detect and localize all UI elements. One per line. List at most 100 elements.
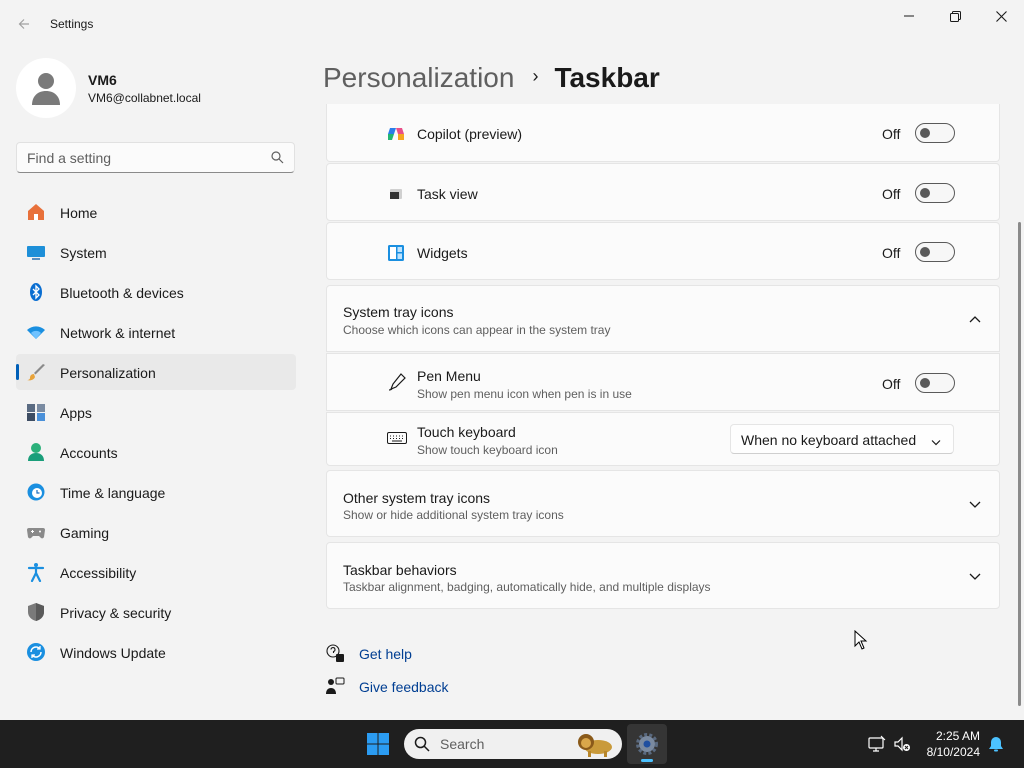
chevron-up-icon[interactable]	[967, 311, 983, 327]
search-icon	[414, 736, 430, 757]
close-icon	[995, 10, 1007, 22]
sidebar-item-accounts[interactable]: Accounts	[16, 434, 296, 470]
close-button[interactable]	[978, 0, 1024, 32]
back-arrow-icon	[18, 19, 29, 29]
other-tray-subtitle: Show or hide additional system tray icon…	[343, 508, 564, 522]
taskbar-settings-app[interactable]	[627, 724, 667, 764]
system-icon	[26, 242, 46, 262]
accessibility-icon	[26, 562, 46, 582]
sidebar-item-label: Network & internet	[60, 325, 176, 341]
clock-globe-icon	[26, 482, 46, 502]
task-view-toggle[interactable]	[915, 183, 955, 203]
sidebar-item-gaming[interactable]: Gaming	[16, 514, 296, 550]
sidebar-item-personalization[interactable]: Personalization	[16, 354, 296, 390]
volume-muted-icon[interactable]	[893, 735, 911, 753]
search-input[interactable]	[27, 150, 257, 166]
accounts-icon	[26, 442, 46, 462]
home-icon	[26, 202, 46, 222]
breadcrumb-parent[interactable]: Personalization	[323, 62, 514, 94]
update-icon	[26, 642, 46, 662]
sidebar-item-label: Privacy & security	[60, 605, 172, 621]
taskbar-search[interactable]: Search	[404, 729, 622, 759]
taskbar-behaviors-section[interactable]: Taskbar behaviors Taskbar alignment, bad…	[326, 542, 1000, 609]
copilot-state: Off	[882, 126, 901, 142]
pen-icon	[387, 372, 407, 397]
gear-icon	[636, 733, 658, 755]
sidebar-item-privacy[interactable]: Privacy & security	[16, 594, 296, 630]
widgets-state: Off	[882, 245, 901, 261]
pen-menu-label: Pen Menu	[417, 368, 481, 384]
sidebar-item-windows-update[interactable]: Windows Update	[16, 634, 296, 670]
breadcrumb-separator: ›	[532, 65, 539, 86]
copilot-label: Copilot (preview)	[417, 126, 523, 142]
get-help-link[interactable]: Get help	[359, 646, 412, 662]
chevron-down-icon	[931, 433, 941, 449]
taskbar-date[interactable]: 8/10/2024	[927, 745, 980, 759]
taskbar-behaviors-subtitle: Taskbar alignment, badging, automaticall…	[343, 580, 711, 594]
widgets-label: Widgets	[417, 245, 468, 261]
restore-icon	[949, 10, 961, 22]
copilot-icon	[387, 125, 405, 148]
pen-menu-state: Off	[882, 376, 901, 392]
touch-keyboard-label: Touch keyboard	[417, 424, 516, 440]
sidebar-item-label: Time & language	[60, 485, 166, 501]
gamepad-icon	[26, 522, 46, 542]
copilot-toggle[interactable]	[915, 123, 955, 143]
sidebar-item-time-language[interactable]: Time & language	[16, 474, 296, 510]
taskbar-search-label: Search	[440, 736, 485, 752]
sidebar-item-system[interactable]: System	[16, 234, 296, 270]
give-feedback-link[interactable]: Give feedback	[359, 679, 449, 695]
touch-keyboard-subtitle: Show touch keyboard icon	[417, 443, 558, 457]
other-tray-icons-section[interactable]: Other system tray icons Show or hide add…	[326, 470, 1000, 537]
search-icon[interactable]	[271, 151, 284, 169]
system-tray-subtitle: Choose which icons can appear in the sys…	[343, 323, 611, 337]
sidebar-item-apps[interactable]: Apps	[16, 394, 296, 430]
sidebar-item-network[interactable]: Network & internet	[16, 314, 296, 350]
task-view-icon	[387, 185, 405, 208]
sidebar-item-bluetooth[interactable]: Bluetooth & devices	[16, 274, 296, 310]
touch-keyboard-dropdown[interactable]: When no keyboard attached	[730, 424, 954, 454]
system-tray-icons-header[interactable]: System tray icons Choose which icons can…	[326, 285, 1000, 352]
pen-menu-subtitle: Show pen menu icon when pen is in use	[417, 387, 632, 401]
pen-menu-toggle[interactable]	[915, 373, 955, 393]
feedback-icon	[325, 676, 345, 696]
mouse-cursor-icon	[854, 630, 868, 650]
sidebar-item-label: Gaming	[60, 525, 110, 541]
sidebar-item-accessibility[interactable]: Accessibility	[16, 554, 296, 590]
chevron-down-icon[interactable]	[967, 569, 983, 585]
widgets-toggle[interactable]	[915, 242, 955, 262]
network-tray-icon[interactable]	[868, 735, 886, 753]
sidebar-item-label: Accessibility	[60, 565, 137, 581]
sidebar-item-label: Windows Update	[60, 645, 166, 661]
notification-bell-icon[interactable]	[988, 736, 1004, 752]
taskbar-item-task-view: Task view Off	[326, 163, 1000, 221]
chevron-down-icon[interactable]	[967, 497, 983, 513]
scrollbar[interactable]	[1018, 222, 1021, 706]
sidebar-item-label: Bluetooth & devices	[60, 285, 184, 301]
sidebar-item-home[interactable]: Home	[16, 194, 296, 230]
widgets-icon	[387, 244, 405, 267]
settings-search[interactable]	[16, 142, 295, 173]
apps-icon	[26, 402, 46, 422]
taskbar-behaviors-title: Taskbar behaviors	[343, 562, 457, 578]
taskbar-item-copilot: Copilot (preview) Off	[326, 104, 1000, 162]
help-icon	[325, 643, 345, 663]
taskbar-time[interactable]: 2:25 AM	[936, 729, 980, 743]
minimize-button[interactable]	[886, 0, 932, 32]
back-button[interactable]	[10, 10, 38, 38]
avatar[interactable]	[16, 58, 76, 118]
wifi-icon	[26, 322, 46, 342]
search-highlight-lion-icon	[578, 734, 612, 757]
sidebar-item-label: Apps	[60, 405, 92, 421]
page-title: Taskbar	[554, 62, 660, 93]
touch-keyboard-value: When no keyboard attached	[741, 432, 917, 448]
taskbar-item-widgets: Widgets Off	[326, 222, 1000, 280]
title-bar: Settings	[0, 0, 1024, 48]
task-view-label: Task view	[417, 186, 478, 202]
windows-start-icon[interactable]	[366, 732, 390, 756]
breadcrumb: Personalization › Taskbar	[323, 58, 660, 98]
user-silhouette-icon	[32, 73, 60, 105]
restore-button[interactable]	[932, 0, 978, 32]
task-view-state: Off	[882, 186, 901, 202]
bluetooth-icon	[26, 282, 46, 302]
